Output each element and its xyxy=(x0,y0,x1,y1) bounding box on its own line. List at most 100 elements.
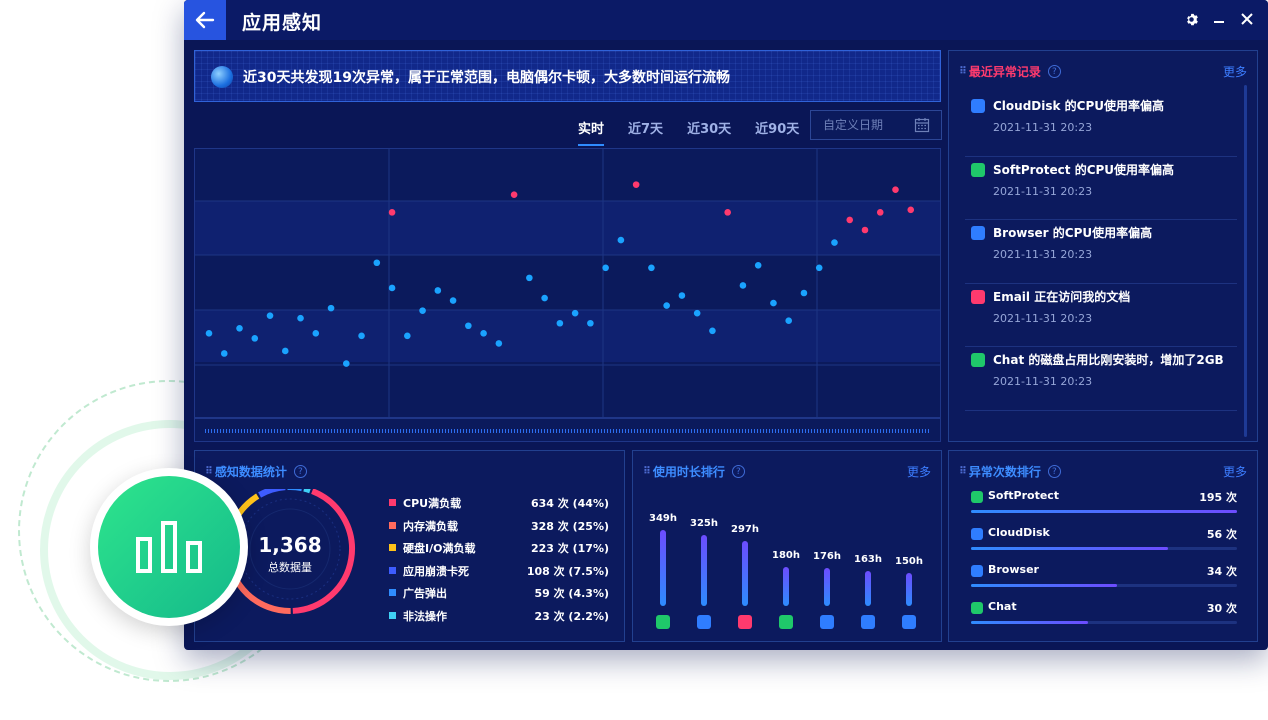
anomaly-point[interactable] xyxy=(510,191,518,199)
close-icon[interactable] xyxy=(1240,10,1254,28)
lightning-icon[interactable] xyxy=(820,615,834,629)
ranking-row[interactable]: SoftProtect 195 次 xyxy=(971,489,1237,526)
anomaly-point[interactable] xyxy=(724,209,731,216)
scatter-point[interactable] xyxy=(404,332,411,340)
scatter-point[interactable] xyxy=(251,335,259,342)
anomaly-ranking-list: SoftProtect 195 次 CloudDisk 56 次 Browser 34 次… xyxy=(971,489,1237,637)
legend-label: 广告弹出 xyxy=(403,587,447,601)
anomaly-point[interactable] xyxy=(388,209,396,216)
tab-7-days[interactable]: 近7天 xyxy=(628,116,663,143)
scatter-point[interactable] xyxy=(739,282,747,289)
anomaly-point[interactable] xyxy=(892,186,899,193)
scatter-point[interactable] xyxy=(587,319,594,327)
list-item[interactable]: Email 正在访问我的文档 2021-11-31 20:23 xyxy=(965,284,1237,347)
scatter-point[interactable] xyxy=(831,239,838,246)
scatter-point[interactable] xyxy=(648,264,655,272)
timeline-track[interactable] xyxy=(205,429,930,433)
email-icon[interactable] xyxy=(738,615,752,629)
scatter-point[interactable] xyxy=(770,299,777,307)
scatter-point[interactable] xyxy=(220,350,228,357)
donut-slice[interactable] xyxy=(303,489,311,494)
scatter-point[interactable] xyxy=(480,330,487,337)
scatter-plot xyxy=(195,149,940,417)
scatter-point[interactable] xyxy=(709,327,716,335)
anomaly-point[interactable] xyxy=(861,226,869,234)
legend-item: 广告弹出 59 次 (4.3%) xyxy=(389,585,609,608)
scatter-point[interactable] xyxy=(526,274,533,282)
scatter-point[interactable] xyxy=(449,297,457,304)
stats-title: ⠿ 感知数据统计 ? xyxy=(205,463,307,480)
scatter-point[interactable] xyxy=(617,236,625,244)
title-bar: 应用感知 xyxy=(184,0,1268,40)
scatter-point[interactable] xyxy=(297,314,304,322)
list-item[interactable]: Chat 的磁盘占用比刚安装时，增加了2GB 2021-11-31 20:23 xyxy=(965,347,1237,411)
cloud-disk-icon xyxy=(971,99,985,113)
progress-track xyxy=(971,547,1237,550)
scatter-point[interactable] xyxy=(312,330,320,337)
donut-slice[interactable] xyxy=(258,489,286,498)
scatter-point[interactable] xyxy=(434,287,442,294)
scatter-point[interactable] xyxy=(663,302,670,309)
scatter-point[interactable] xyxy=(800,289,808,297)
anomaly-point[interactable] xyxy=(907,206,915,214)
browser-icon[interactable] xyxy=(697,615,711,629)
scatter-point[interactable] xyxy=(266,312,274,319)
anomaly-more-link[interactable]: 更多 xyxy=(1223,463,1247,480)
scatter-point[interactable] xyxy=(678,292,686,299)
scatter-point[interactable] xyxy=(373,259,381,267)
gear-icon[interactable] xyxy=(1184,10,1198,28)
minimize-icon[interactable] xyxy=(1212,10,1226,28)
scatter-point[interactable] xyxy=(556,319,564,327)
scatter-point[interactable] xyxy=(541,294,548,302)
ranking-row[interactable]: Chat 30 次 xyxy=(971,600,1237,637)
anomaly-time: 2021-11-31 20:23 xyxy=(993,311,1093,325)
recent-anomaly-panel: ⠿ 最近异常记录 ? 更多 CloudDisk 的CPU使用率偏高 2021-11… xyxy=(948,50,1258,442)
help-icon[interactable]: ? xyxy=(293,465,307,478)
scatter-point[interactable] xyxy=(281,347,289,355)
list-item[interactable]: SoftProtect 的CPU使用率偏高 2021-11-31 20:23 xyxy=(965,157,1237,220)
anomaly-point[interactable] xyxy=(876,209,884,216)
timeline-scrollbar[interactable] xyxy=(194,418,941,442)
scatter-point[interactable] xyxy=(205,330,213,337)
usage-bar xyxy=(824,567,830,606)
scatter-point[interactable] xyxy=(693,309,701,317)
scatter-point[interactable] xyxy=(785,317,793,325)
total-label: 总数据量 xyxy=(268,561,312,574)
tab-90-days[interactable]: 近90天 xyxy=(755,116,799,143)
ranking-row[interactable]: Browser 34 次 xyxy=(971,563,1237,600)
list-item[interactable]: Browser 的CPU使用率偏高 2021-11-31 20:23 xyxy=(965,220,1237,284)
scatter-point[interactable] xyxy=(388,284,396,292)
recent-more-link[interactable]: 更多 xyxy=(1223,63,1247,80)
chart-band xyxy=(195,310,940,362)
scatter-point[interactable] xyxy=(358,332,365,340)
page-title: 应用感知 xyxy=(242,12,323,34)
progress-track xyxy=(971,584,1237,587)
cloud-disk-icon[interactable] xyxy=(861,615,875,629)
scatter-point[interactable] xyxy=(495,340,503,347)
recent-scrollbar[interactable] xyxy=(1244,85,1247,437)
anomaly-point[interactable] xyxy=(846,216,854,224)
scatter-point[interactable] xyxy=(419,307,426,314)
scatter-point[interactable] xyxy=(815,264,823,272)
anomaly-point[interactable] xyxy=(632,181,640,188)
tab-realtime[interactable]: 实时 xyxy=(578,116,605,146)
scatter-point[interactable] xyxy=(327,304,335,312)
scatter-point[interactable] xyxy=(465,322,472,330)
list-item[interactable]: CloudDisk 的CPU使用率偏高 2021-11-31 20:23 xyxy=(965,93,1237,157)
scatter-point[interactable] xyxy=(236,324,243,332)
ranking-row[interactable]: CloudDisk 56 次 xyxy=(971,526,1237,563)
tab-30-days[interactable]: 近30天 xyxy=(687,116,731,143)
scatter-point[interactable] xyxy=(571,309,579,317)
calendar-icon[interactable] xyxy=(914,117,930,133)
scatter-point[interactable] xyxy=(342,360,350,367)
scatter-point[interactable] xyxy=(754,261,762,269)
grip-icon: ⠿ xyxy=(959,66,967,77)
music-icon[interactable] xyxy=(779,615,793,629)
help-icon[interactable]: ? xyxy=(1047,465,1061,478)
document-icon[interactable] xyxy=(902,615,916,629)
back-button[interactable] xyxy=(184,0,226,40)
help-icon[interactable]: ? xyxy=(1047,65,1061,78)
chat-icon[interactable] xyxy=(656,615,670,629)
scatter-point[interactable] xyxy=(602,264,609,272)
bar-chart-icon xyxy=(136,521,202,573)
